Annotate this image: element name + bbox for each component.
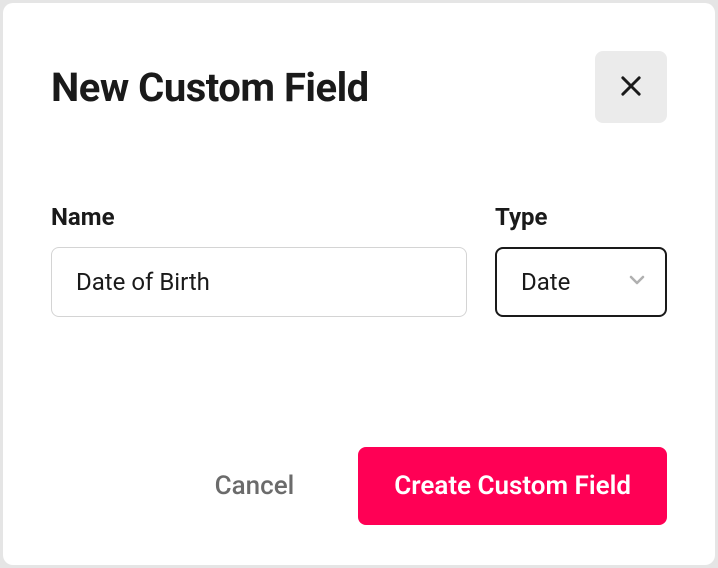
dialog-header: New Custom Field: [51, 51, 667, 123]
new-custom-field-dialog: New Custom Field Name Type Date: [3, 3, 715, 565]
type-select-wrapper: Date: [495, 247, 667, 317]
create-custom-field-button[interactable]: Create Custom Field: [358, 447, 667, 525]
form-row: Name Type Date: [51, 203, 667, 317]
name-input[interactable]: [51, 247, 467, 317]
close-button[interactable]: [595, 51, 667, 123]
dialog-footer: Cancel Create Custom Field: [51, 447, 667, 525]
type-label: Type: [495, 203, 667, 231]
type-field-group: Type Date: [495, 203, 667, 317]
dialog-title: New Custom Field: [51, 64, 369, 111]
type-select[interactable]: Date: [495, 247, 667, 317]
cancel-button[interactable]: Cancel: [199, 463, 311, 509]
name-label: Name: [51, 203, 467, 231]
close-icon: [617, 72, 645, 103]
name-field-group: Name: [51, 203, 467, 317]
